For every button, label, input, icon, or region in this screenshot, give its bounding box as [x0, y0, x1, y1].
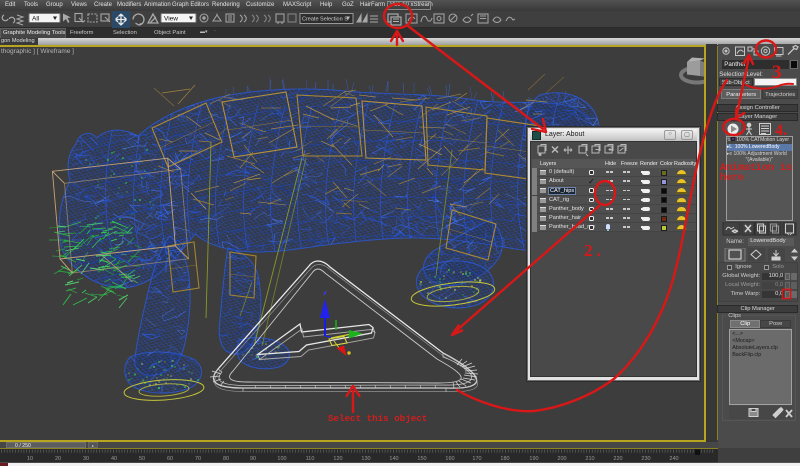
svg-text:<>: <> [732, 229, 738, 235]
